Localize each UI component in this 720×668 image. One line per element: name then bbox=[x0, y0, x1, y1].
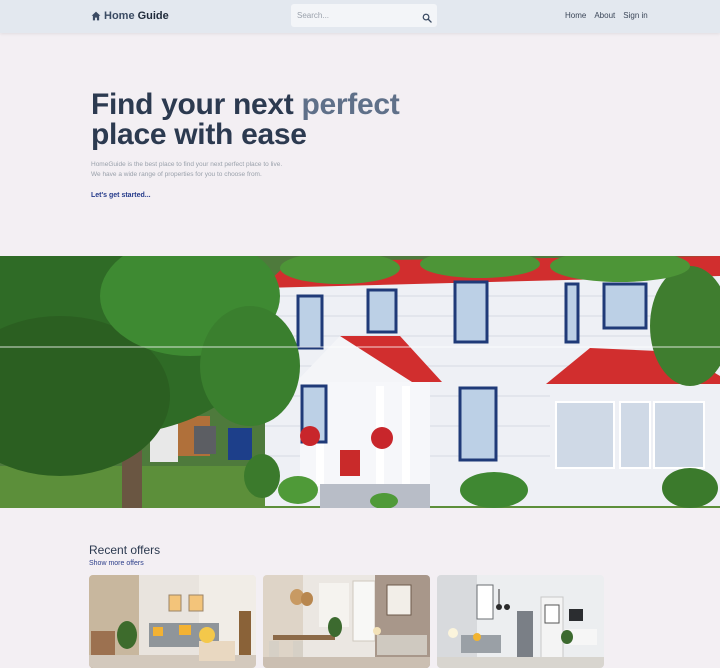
offer-card[interactable] bbox=[437, 575, 604, 668]
living-room-photo bbox=[89, 575, 256, 668]
house-icon bbox=[91, 11, 101, 21]
hero-title-part1: Find your next bbox=[91, 88, 302, 121]
show-more-offers-link[interactable]: Show more offers bbox=[89, 560, 144, 567]
get-started-link[interactable]: Let's get started... bbox=[91, 192, 151, 199]
search-bar bbox=[291, 4, 437, 27]
hero-title-accent: perfect bbox=[301, 88, 400, 121]
hero-title-line2: place with ease bbox=[91, 118, 307, 151]
brand-logo[interactable]: Home Guide bbox=[91, 9, 169, 23]
nav-links: Home About Sign in bbox=[565, 11, 648, 20]
hero-description-line1: HomeGuide is the best place to find your… bbox=[91, 161, 283, 168]
offer-card[interactable] bbox=[263, 575, 430, 668]
nav-link-about[interactable]: About bbox=[594, 11, 615, 20]
hero-description: HomeGuide is the best place to find your… bbox=[91, 160, 391, 180]
search-input[interactable] bbox=[291, 4, 415, 27]
house-with-trees-photo bbox=[0, 256, 720, 508]
navbar: HomeGuide Home About Sign in bbox=[0, 0, 720, 33]
offer-card[interactable] bbox=[89, 575, 256, 668]
nav-link-home[interactable]: Home bbox=[565, 11, 586, 20]
recent-offers-title: Recent offers bbox=[89, 543, 161, 557]
hero-title: Find your next perfect place with ease bbox=[91, 90, 491, 150]
hero-description-line2: We have a wide range of properties for y… bbox=[91, 171, 262, 178]
brand-name-guide: Guide bbox=[137, 10, 169, 22]
nav-link-sign-in[interactable]: Sign in bbox=[623, 11, 647, 20]
dining-living-room-photo bbox=[263, 575, 430, 668]
search-icon[interactable] bbox=[422, 10, 432, 23]
brand-name-home: Home bbox=[104, 10, 135, 22]
modern-living-room-photo bbox=[437, 575, 604, 668]
